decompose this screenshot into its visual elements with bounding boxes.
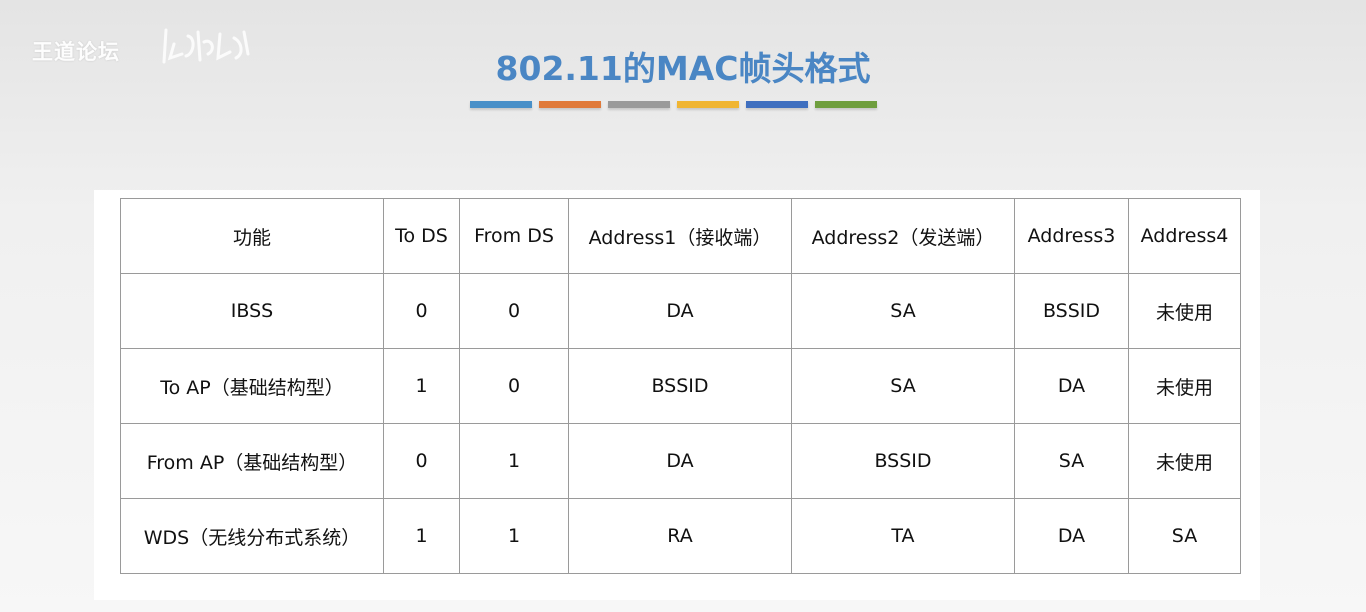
- table-cell: 1: [459, 498, 569, 574]
- table-cell: 0: [459, 348, 569, 424]
- table-cell: 1: [459, 423, 569, 499]
- title-underline-bars: [470, 101, 877, 108]
- color-bar: [608, 101, 670, 108]
- table-cell: SA: [791, 273, 1015, 349]
- mac-header-table: 功能 To DS From DS Address1（接收端） Address2（…: [120, 198, 1241, 574]
- color-bar: [677, 101, 739, 108]
- table-cell: 1: [383, 498, 460, 574]
- table-cell: 未使用: [1128, 423, 1241, 499]
- table-cell: IBSS: [120, 273, 384, 349]
- header-cell-to-ds: To DS: [383, 198, 460, 274]
- table-header-row: 功能 To DS From DS Address1（接收端） Address2（…: [120, 198, 1241, 274]
- header-cell-address3: Address3: [1014, 198, 1129, 274]
- table-cell: 未使用: [1128, 348, 1241, 424]
- table-cell: SA: [1128, 498, 1241, 574]
- table-cell: DA: [568, 423, 792, 499]
- slide-title: 802.11的MAC帧头格式: [495, 49, 871, 88]
- table-row: To AP（基础结构型） 1 0 BSSID SA DA 未使用: [120, 348, 1241, 424]
- color-bar: [470, 101, 532, 108]
- header-cell-address1: Address1（接收端）: [568, 198, 792, 274]
- table-cell: RA: [568, 498, 792, 574]
- table-cell: To AP（基础结构型）: [120, 348, 384, 424]
- table-cell: 0: [383, 423, 460, 499]
- table-row: WDS（无线分布式系统） 1 1 RA TA DA SA: [120, 498, 1241, 574]
- header-cell-address4: Address4: [1128, 198, 1241, 274]
- color-bar: [539, 101, 601, 108]
- header-cell-function: 功能: [120, 198, 384, 274]
- table-cell: 未使用: [1128, 273, 1241, 349]
- table-cell: 0: [383, 273, 460, 349]
- table-cell: WDS（无线分布式系统）: [120, 498, 384, 574]
- table-cell: BSSID: [1014, 273, 1129, 349]
- color-bar: [815, 101, 877, 108]
- table-cell: 1: [383, 348, 460, 424]
- table-cell: DA: [1014, 498, 1129, 574]
- table-cell: SA: [1014, 423, 1129, 499]
- table-cell: 0: [459, 273, 569, 349]
- table-cell: SA: [791, 348, 1015, 424]
- table-cell: DA: [1014, 348, 1129, 424]
- color-bar: [746, 101, 808, 108]
- table-panel: 功能 To DS From DS Address1（接收端） Address2（…: [94, 190, 1260, 600]
- table-row: IBSS 0 0 DA SA BSSID 未使用: [120, 273, 1241, 349]
- table-cell: BSSID: [791, 423, 1015, 499]
- table-cell: From AP（基础结构型）: [120, 423, 384, 499]
- header-cell-from-ds: From DS: [459, 198, 569, 274]
- table-row: From AP（基础结构型） 0 1 DA BSSID SA 未使用: [120, 423, 1241, 499]
- table-cell: BSSID: [568, 348, 792, 424]
- table-cell: TA: [791, 498, 1015, 574]
- header-cell-address2: Address2（发送端）: [791, 198, 1015, 274]
- table-cell: DA: [568, 273, 792, 349]
